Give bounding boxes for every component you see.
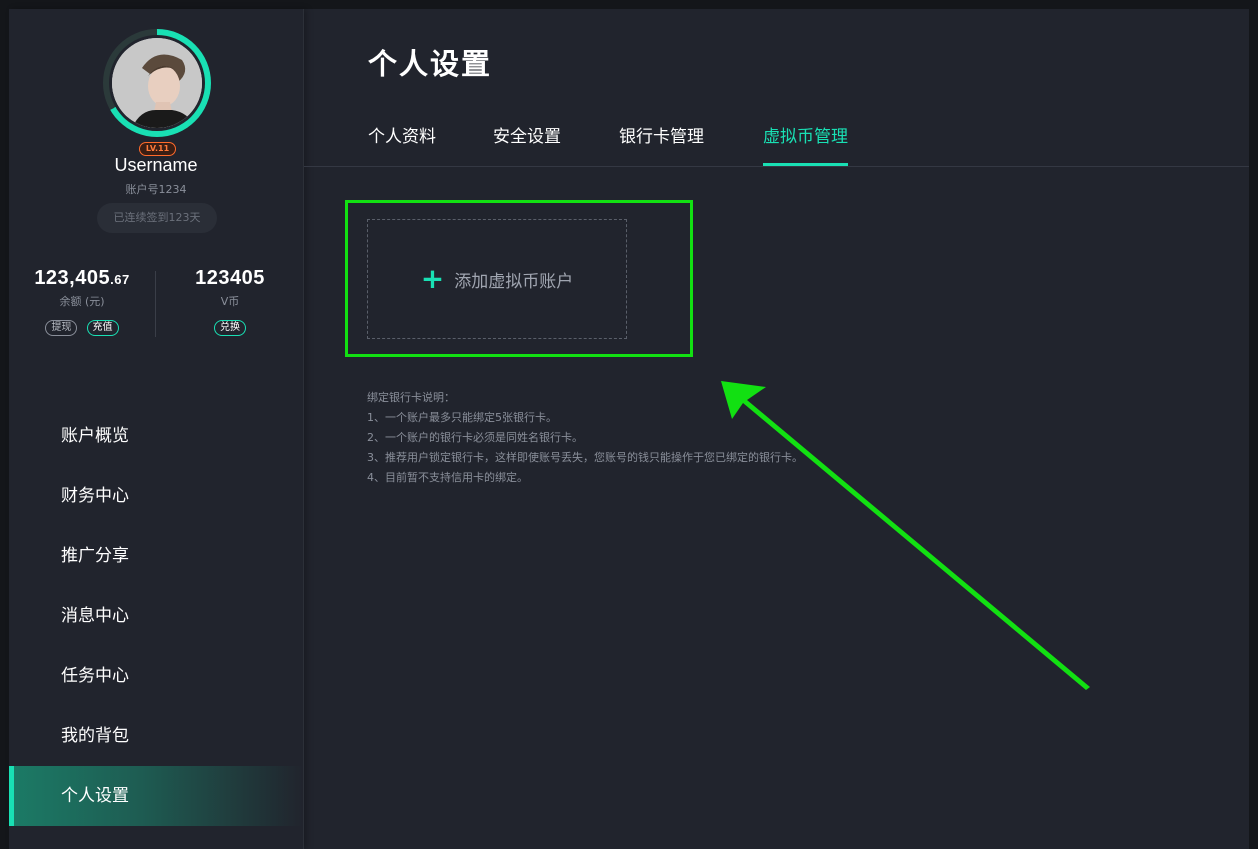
recharge-button[interactable]: 充值 xyxy=(86,320,119,336)
balance-amount: 123,405.67 xyxy=(9,267,155,290)
tab-profile[interactable]: 个人资料 xyxy=(368,122,436,166)
withdraw-button[interactable]: 提现 xyxy=(45,320,78,336)
sidebar-item-message-center[interactable]: 消息中心 xyxy=(9,586,303,646)
balance-amount-decimal: .67 xyxy=(110,272,130,287)
add-account-label: 添加虚拟币账户 xyxy=(454,271,574,292)
binding-notes: 绑定银行卡说明： 1、一个账户最多只能绑定5张银行卡。 2、一个账户的银行卡必须… xyxy=(367,388,803,488)
sidebar-nav: 账户概览 财务中心 推广分享 消息中心 任务中心 我的背包 个人设置 xyxy=(9,406,303,826)
signin-streak-badge: 已连续签到123天 xyxy=(97,203,217,233)
notes-heading: 绑定银行卡说明： xyxy=(367,391,455,404)
exchange-button[interactable]: 兑换 xyxy=(214,320,246,336)
notes-item: 1、一个账户最多只能绑定5张银行卡。 xyxy=(367,411,557,424)
main-content: 个人设置 个人资料 安全设置 银行卡管理 虚拟币管理 + 添加虚拟币账户 绑定银… xyxy=(304,9,1249,849)
avatar-progress-ring xyxy=(103,29,211,137)
vcoin-amount: 123405 xyxy=(195,267,265,289)
plus-icon: + xyxy=(420,262,445,295)
sidebar-item-my-backpack[interactable]: 我的背包 xyxy=(9,706,303,766)
vcoin-block: 123405 V币 兑换 xyxy=(157,267,303,336)
avatar-image xyxy=(112,38,202,128)
avatar[interactable] xyxy=(112,38,202,128)
stat-divider xyxy=(155,271,156,337)
avatar-frame xyxy=(109,35,205,131)
sidebar-item-personal-settings[interactable]: 个人设置 xyxy=(9,766,303,826)
settings-tabs: 个人资料 安全设置 银行卡管理 虚拟币管理 xyxy=(304,104,1249,167)
sidebar-item-task-center[interactable]: 任务中心 xyxy=(9,646,303,706)
level-badge: LV.11 xyxy=(139,142,176,156)
tab-security[interactable]: 安全设置 xyxy=(493,122,561,166)
sidebar-item-finance-center[interactable]: 财务中心 xyxy=(9,466,303,526)
sidebar-item-promotion-share[interactable]: 推广分享 xyxy=(9,526,303,586)
add-virtual-currency-account-button[interactable]: + 添加虚拟币账户 xyxy=(367,219,627,339)
notes-item: 3、推荐用户锁定银行卡，这样即使账号丢失，您账号的钱只能操作于您已绑定的银行卡。 xyxy=(367,451,803,464)
balance-amount-main: 123,405 xyxy=(34,267,111,289)
notes-item: 2、一个账户的银行卡必须是同姓名银行卡。 xyxy=(367,431,583,444)
tab-bank-cards[interactable]: 银行卡管理 xyxy=(619,122,704,166)
balance-label: 余额 (元) xyxy=(59,295,105,308)
sidebar-item-account-overview[interactable]: 账户概览 xyxy=(9,406,303,466)
sidebar: LV.11 Username 账户号1234 已连续签到123天 123,405… xyxy=(9,9,304,849)
account-number: 账户号1234 xyxy=(125,183,187,196)
app-frame: LV.11 Username 账户号1234 已连续签到123天 123,405… xyxy=(9,9,1249,849)
vcoin-label: V币 xyxy=(220,295,240,308)
tab-virtual-currency[interactable]: 虚拟币管理 xyxy=(763,122,848,166)
notes-item: 4、目前暂不支持信用卡的绑定。 xyxy=(367,471,528,484)
balance-block: 123,405.67 余额 (元) 提现 充值 xyxy=(9,267,155,336)
username: Username xyxy=(114,155,198,175)
page-title: 个人设置 xyxy=(368,47,493,81)
